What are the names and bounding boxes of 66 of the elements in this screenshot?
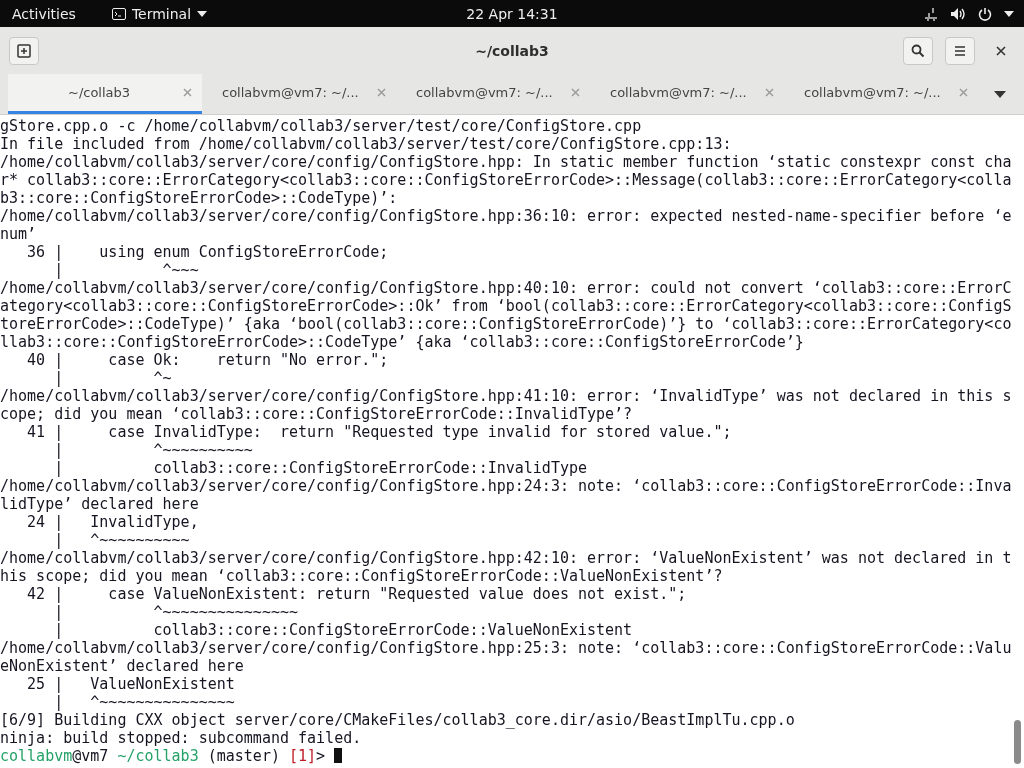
close-tab-icon[interactable]: [183, 88, 192, 97]
caret-icon: [197, 10, 208, 17]
output-line: cope; did you mean ‘collab3::core::ConfigStoreErrorCode::InvalidType’?: [0, 405, 634, 423]
output-line: llab3::core::ConfigStoreErrorCode>::CodeType’ {aka ‘collab3::core::ConfigStoreErrorCode’}: [0, 333, 805, 351]
output-line: num’: [0, 225, 38, 243]
output-line: 41 | case InvalidType: return "Requested type invalid for stored value.";: [26, 423, 733, 441]
terminal-tab[interactable]: collabvm@vm7: ~/...: [590, 74, 784, 114]
terminal-tab[interactable]: ~/collab3: [8, 74, 202, 114]
app-menu[interactable]: Terminal: [111, 5, 208, 22]
terminal-icon: [111, 7, 126, 20]
search-icon: [911, 43, 925, 58]
close-icon: [996, 45, 1006, 56]
output-line: ategory<collab3::core::ConfigStoreErrorCode>::Ok’ from ‘bool(collab3::core::ErrorCategory<collab3::core::ConfigS: [0, 297, 1013, 315]
output-line: /home/collabvm/collab3/server/core/config/ConfigStore.hpp:24:3: note: ‘collab3::core::ConfigStoreErrorCode::Inva: [0, 477, 1013, 495]
output-line: | ^~~~~~~~~~~~~~~~: [53, 693, 236, 711]
text-cursor: [334, 748, 343, 763]
output-line: r* collab3::core::ErrorCategory<collab3::core::ConfigStoreErrorCode>::Message(collab3::core::ErrorCategory<colla: [0, 171, 1013, 189]
prompt-host: @vm7: [72, 747, 109, 765]
output-line: 36 | using enum ConfigStoreErrorCode;: [26, 243, 390, 261]
activities-button[interactable]: Activities: [0, 5, 88, 22]
output-line: | ^~~~~~~~~~~~~~~~: [53, 603, 299, 621]
terminal-tab[interactable]: collabvm@vm7: ~/...: [784, 74, 978, 114]
output-line: 25 | ValueNonExistent: [26, 675, 236, 693]
clock[interactable]: 22 Apr 14:31: [466, 5, 558, 22]
menu-icon: [954, 44, 966, 57]
network-icon[interactable]: [924, 6, 938, 21]
prompt-branch: (master): [207, 747, 280, 765]
output-line: gStore.cpp.o -c /home/collabvm/collab3/server/test/core/ConfigStore.cpp: [0, 117, 643, 135]
output-line: 42 | case ValueNonExistent: return "Requested value does not exist.";: [26, 585, 688, 603]
output-line: | collab3::core::ConfigStoreErrorCode::ValueNonExistent: [53, 621, 634, 639]
volume-icon[interactable]: [950, 6, 966, 21]
prompt-user: collabvm: [0, 747, 73, 765]
prompt-status: [1]: [289, 747, 317, 765]
output-line: [6/9] Building CXX object server/core/CMakeFiles/collab3_core.dir/asio/BeastImplTu.cpp.o: [0, 711, 796, 729]
output-line: | ^~~~: [53, 261, 200, 279]
power-icon[interactable]: [978, 6, 992, 21]
output-line: | collab3::core::ConfigStoreErrorCode::InvalidType: [53, 459, 588, 477]
caret-icon[interactable]: [994, 90, 1006, 98]
new-tab-icon: [17, 43, 31, 58]
output-line: /home/collabvm/collab3/server/core/config/ConfigStore.hpp:40:10: error: could not convert ‘collab3::core::ErrorC: [0, 279, 1013, 297]
new-tab-button[interactable]: [9, 36, 39, 65]
output-line: eNonExistent’ declared here: [0, 657, 245, 675]
output-line: /home/collabvm/collab3/server/core/config/ConfigStore.hpp:42:10: error: ‘ValueNonExistent’ was not declared in t: [0, 549, 1013, 567]
output-line: | ^~~~~~~~~~~: [53, 531, 191, 549]
output-line: /home/collabvm/collab3/server/core/config/ConfigStore.hpp:36:10: error: expected nested-name-specifier before ‘e: [0, 207, 1013, 225]
output-line: b3::core::ConfigStoreErrorCode>::CodeType)’:: [0, 189, 399, 207]
output-line: lidType’ declared here: [0, 495, 200, 513]
search-button[interactable]: [903, 36, 933, 65]
output-line: /home/collabvm/collab3/server/core/config/ConfigStore.hpp:41:10: error: ‘InvalidType’ was not declared in this s: [0, 387, 1013, 405]
output-line: | ^~: [53, 369, 173, 387]
output-line: ninja: build stopped: subcommand failed.: [0, 729, 363, 747]
output-line: his scope; did you mean ‘collab3::core::ConfigStoreErrorCode::ValueNonExistent’?: [0, 567, 724, 585]
terminal-tab[interactable]: collabvm@vm7: ~/...: [396, 74, 590, 114]
caret-icon[interactable]: [1004, 10, 1014, 17]
output-line: /home/collabvm/collab3/server/core/config/ConfigStore.hpp:25:3: note: ‘collab3::core::ConfigStoreErrorCode::Valu: [0, 639, 1013, 657]
window-title: ~/collab3: [475, 42, 549, 59]
prompt-cwd: ~/collab3: [117, 747, 199, 765]
menu-button[interactable]: [945, 36, 975, 65]
output-line: 24 | InvalidType,: [26, 513, 200, 531]
prompt-symbol: >: [316, 747, 326, 765]
output-line: 40 | case Ok: return "No error.";: [26, 351, 390, 369]
output-line: /home/collabvm/collab3/server/core/config/ConfigStore.hpp: In static member function ‘static constexpr const cha: [0, 153, 1013, 171]
output-line: In file included from /home/collabvm/collab3/server/test/core/ConfigStore.cpp:13:: [0, 135, 733, 153]
output-line: | ^~~~~~~~~~~: [53, 441, 254, 459]
terminal-tab[interactable]: collabvm@vm7: ~/...: [202, 74, 396, 114]
output-line: toreErrorCode>::CodeType)’ {aka ‘bool(collab3::core::ConfigStoreErrorCode)’} to ‘collab3::core::ErrorCategory<co: [0, 315, 1013, 333]
